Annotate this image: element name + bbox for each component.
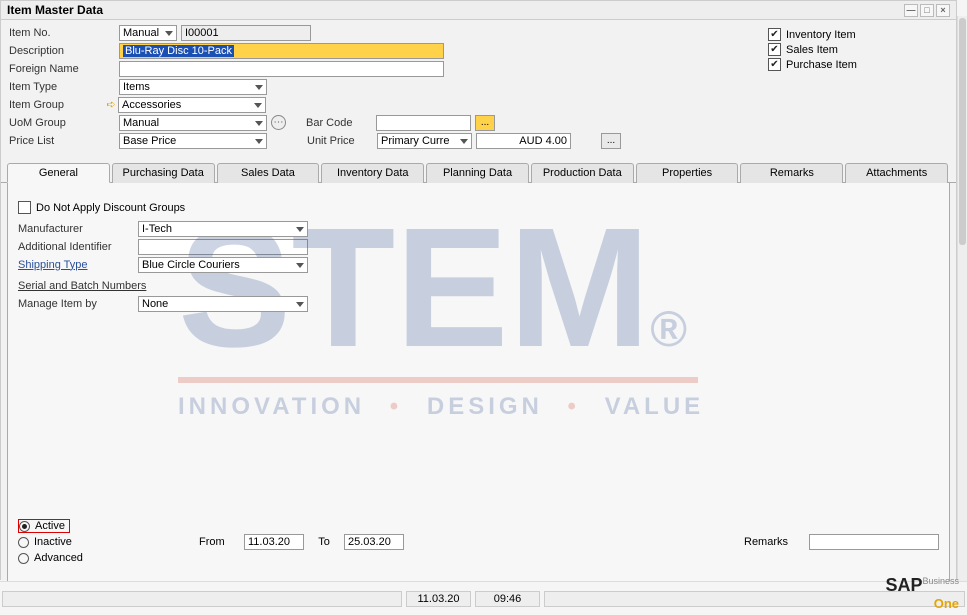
- window-title: Item Master Data: [7, 3, 103, 17]
- tab-strip: General Purchasing Data Sales Data Inven…: [1, 162, 956, 183]
- purchase-item-label: Purchase Item: [786, 59, 857, 71]
- price-list-label: Price List: [9, 135, 119, 147]
- maximize-button[interactable]: □: [920, 4, 934, 17]
- item-no-type-select[interactable]: Manual: [119, 25, 177, 41]
- additional-id-label: Additional Identifier: [18, 241, 138, 253]
- manufacturer-select[interactable]: I-Tech: [138, 221, 308, 237]
- manufacturer-label: Manufacturer: [18, 223, 138, 235]
- manage-item-select[interactable]: None: [138, 296, 308, 312]
- sap-one-text: One: [934, 596, 959, 611]
- dot-icon: •: [554, 393, 594, 420]
- tab-purchasing[interactable]: Purchasing Data: [112, 163, 215, 183]
- sales-item-label: Sales Item: [786, 44, 838, 56]
- additional-id-field[interactable]: [138, 239, 308, 255]
- inactive-radio[interactable]: [18, 537, 29, 548]
- status-segment-1: [2, 591, 402, 607]
- foreign-name-field[interactable]: [119, 61, 444, 77]
- tab-attachments[interactable]: Attachments: [845, 163, 948, 183]
- header-area: Item No. Manual I00001 Description Blu-R…: [1, 20, 956, 158]
- bar-code-field[interactable]: [376, 115, 471, 131]
- check-icon: ✔: [768, 43, 781, 56]
- inventory-item-checkbox[interactable]: ✔ Inventory Item: [768, 28, 948, 41]
- remarks-label: Remarks: [744, 536, 804, 548]
- active-radio[interactable]: [19, 521, 30, 532]
- advanced-label: Advanced: [34, 552, 83, 564]
- unit-price-label: Unit Price: [307, 135, 377, 147]
- foreign-name-label: Foreign Name: [9, 63, 119, 75]
- tab-remarks[interactable]: Remarks: [740, 163, 843, 183]
- watermark-tagline: INNOVATION • DESIGN • VALUE: [178, 393, 939, 421]
- general-tab-body: STEM ® INNOVATION • DESIGN • VALUE Do No…: [7, 183, 950, 583]
- purchase-item-checkbox[interactable]: ✔ Purchase Item: [768, 58, 948, 71]
- inventory-item-label: Inventory Item: [786, 29, 856, 41]
- sap-text: SAP: [885, 575, 922, 596]
- item-type-select[interactable]: Items: [119, 79, 267, 95]
- tab-inventory[interactable]: Inventory Data: [321, 163, 424, 183]
- active-label: Active: [35, 520, 65, 532]
- title-bar: Item Master Data — □ ×: [1, 1, 956, 20]
- tab-production[interactable]: Production Data: [531, 163, 634, 183]
- wm-tag-1: INNOVATION: [178, 393, 365, 420]
- item-group-link-arrow-icon[interactable]: ➪: [104, 98, 118, 112]
- vertical-scrollbar[interactable]: [957, 16, 967, 583]
- checkbox-empty-icon: [18, 201, 31, 214]
- minimize-button[interactable]: —: [904, 4, 918, 17]
- bar-code-label: Bar Code: [306, 117, 376, 129]
- tab-sales[interactable]: Sales Data: [217, 163, 320, 183]
- tab-general[interactable]: General: [7, 163, 110, 183]
- wm-tag-2: DESIGN: [427, 393, 543, 420]
- item-group-select[interactable]: Accessories: [118, 97, 266, 113]
- item-master-window: Item Master Data — □ × Item No. Manual I…: [0, 0, 957, 580]
- description-label: Description: [9, 45, 119, 57]
- description-value: Blu-Ray Disc 10-Pack: [123, 45, 234, 57]
- status-date: 11.03.20: [406, 591, 471, 607]
- watermark-divider: [178, 377, 698, 383]
- header-right: ✔ Inventory Item ✔ Sales Item ✔ Purchase…: [768, 24, 948, 150]
- to-date-field[interactable]: 25.03.20: [344, 534, 404, 550]
- uom-group-label: UoM Group: [9, 117, 119, 129]
- check-icon: ✔: [768, 58, 781, 71]
- shipping-type-select[interactable]: Blue Circle Couriers: [138, 257, 308, 273]
- discount-groups-label: Do Not Apply Discount Groups: [36, 202, 185, 214]
- remarks-field[interactable]: [809, 534, 939, 550]
- bar-code-browse-button[interactable]: ...: [475, 115, 495, 131]
- status-section: Active Inactive From 11.03.20 To 25.03.2…: [18, 518, 939, 566]
- unit-price-currency-select[interactable]: Primary Curre: [377, 133, 472, 149]
- status-time: 09:46: [475, 591, 540, 607]
- item-no-label: Item No.: [9, 27, 119, 39]
- uom-group-select[interactable]: Manual: [119, 115, 267, 131]
- description-field[interactable]: Blu-Ray Disc 10-Pack: [119, 43, 444, 59]
- uom-group-info-icon[interactable]: ⋯: [271, 115, 286, 130]
- advanced-radio[interactable]: [18, 553, 29, 564]
- item-group-label: Item Group: [9, 99, 104, 111]
- sap-logo: SAPBusiness One: [885, 575, 959, 611]
- from-label: From: [199, 536, 239, 548]
- from-date-field[interactable]: 11.03.20: [244, 534, 304, 550]
- sap-business-text: Business: [922, 576, 959, 586]
- window-controls: — □ ×: [904, 4, 950, 17]
- price-list-select[interactable]: Base Price: [119, 133, 267, 149]
- scrollbar-thumb[interactable]: [959, 18, 966, 245]
- manage-item-label: Manage Item by: [18, 298, 138, 310]
- unit-price-browse-button[interactable]: ...: [601, 133, 621, 149]
- discount-groups-checkbox[interactable]: Do Not Apply Discount Groups: [18, 201, 939, 214]
- status-bar: 11.03.20 09:46 SAPBusiness One: [0, 581, 967, 615]
- close-button[interactable]: ×: [936, 4, 950, 17]
- check-icon: ✔: [768, 28, 781, 41]
- to-label: To: [309, 536, 339, 548]
- item-no-field[interactable]: I00001: [181, 25, 311, 41]
- item-type-label: Item Type: [9, 81, 119, 93]
- active-highlight-box: Active: [18, 519, 70, 533]
- header-left: Item No. Manual I00001 Description Blu-R…: [9, 24, 768, 150]
- shipping-type-link[interactable]: Shipping Type: [18, 259, 138, 271]
- sales-item-checkbox[interactable]: ✔ Sales Item: [768, 43, 948, 56]
- tab-planning[interactable]: Planning Data: [426, 163, 529, 183]
- tab-properties[interactable]: Properties: [636, 163, 739, 183]
- inactive-label: Inactive: [34, 536, 94, 548]
- serial-batch-heading: Serial and Batch Numbers: [18, 280, 178, 292]
- dot-icon: •: [376, 393, 416, 420]
- unit-price-amount-field[interactable]: AUD 4.00: [476, 133, 571, 149]
- wm-tag-3: VALUE: [605, 393, 705, 420]
